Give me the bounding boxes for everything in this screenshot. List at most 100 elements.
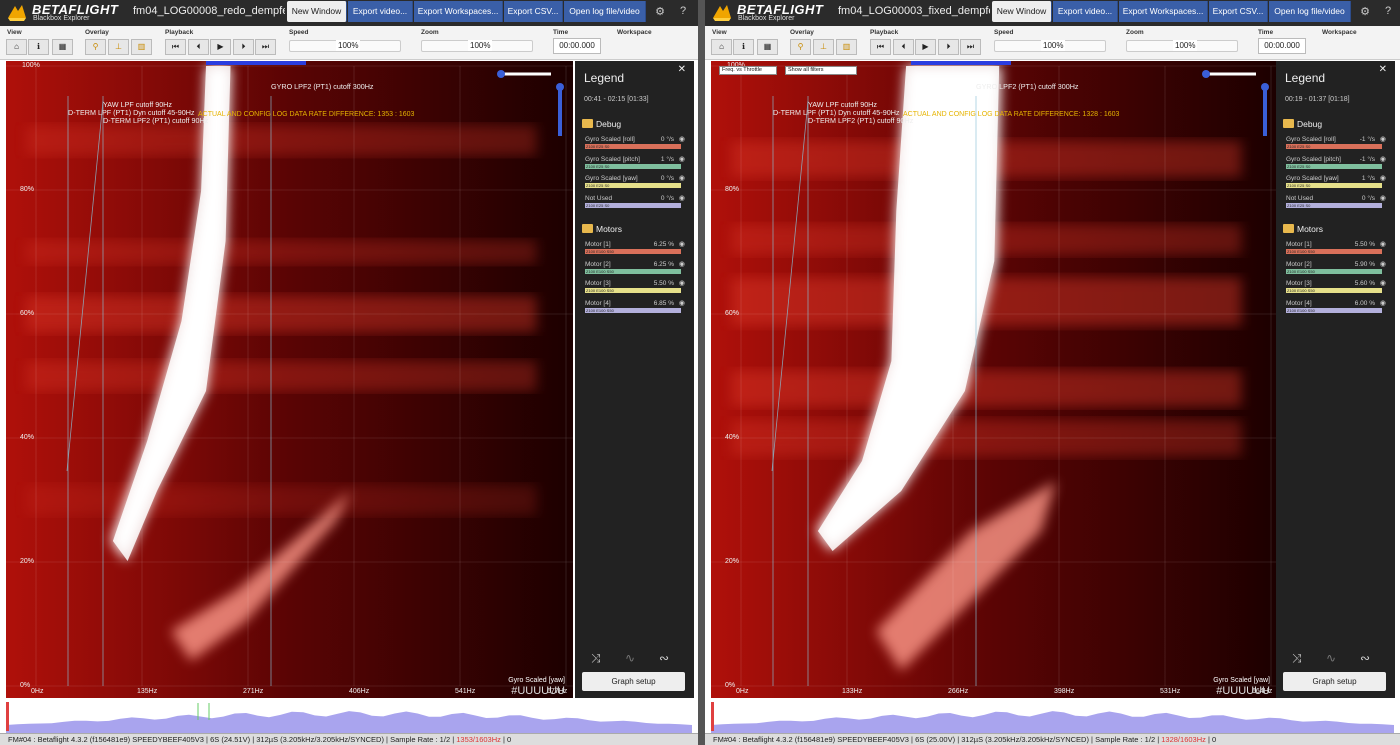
analyser-mode-select[interactable]: Freq. vs Throttle xyxy=(719,66,777,75)
jump-end-icon[interactable]: ⏭ xyxy=(960,39,981,55)
legend-field[interactable]: Gyro Scaled [yaw] 1 °/s ◉ Z100 E25 S0 xyxy=(1286,175,1386,194)
help-icon[interactable]: ? xyxy=(1381,5,1395,17)
legend-field[interactable]: Motor [4] 6.00 % ◉ Z100 E100 S50 xyxy=(1286,300,1386,319)
legend-group-motors[interactable]: Motors xyxy=(1283,224,1323,234)
legend-field[interactable]: Motor [3] 5.60 % ◉ Z100 E100 S50 xyxy=(1286,280,1386,299)
spectrum-analyser-icon[interactable]: ⤨ xyxy=(591,651,601,666)
jump-start-icon[interactable]: ⏮ xyxy=(870,39,891,55)
eye-icon[interactable]: ◉ xyxy=(679,260,685,268)
info-icon[interactable]: ℹ xyxy=(28,39,49,55)
new-window-button[interactable]: New Window xyxy=(992,1,1052,22)
legend-group-motors[interactable]: Motors xyxy=(582,224,622,234)
spectrum-graph[interactable]: 100% 80% 60% 40% 20% 0% 0Hz 135Hz 271Hz 406Hz 541H… xyxy=(6,61,573,698)
expo-curve-icon[interactable]: ∾ xyxy=(1360,651,1370,665)
filter-select[interactable]: Show all filters xyxy=(785,66,857,75)
eye-icon[interactable]: ◉ xyxy=(679,299,685,307)
motor-overlay-icon[interactable]: ⚲ xyxy=(790,39,811,55)
export-video-button[interactable]: Export video... xyxy=(348,1,413,22)
home-icon[interactable]: ⌂ xyxy=(711,39,732,55)
graph-watermark: #UUUUUU xyxy=(511,685,565,697)
close-icon[interactable]: ✕ xyxy=(678,64,686,75)
export-csv-button[interactable]: Export CSV... xyxy=(1209,1,1268,22)
step-forward-icon[interactable]: ⏵ xyxy=(233,39,254,55)
legend-field[interactable]: Not Used 0 °/s ◉ Z100 E25 S0 xyxy=(1286,195,1386,214)
eye-icon[interactable]: ◉ xyxy=(1380,194,1386,202)
legend-field[interactable]: Not Used 0 °/s ◉ Z100 E25 S0 xyxy=(585,195,685,214)
home-icon[interactable]: ⌂ xyxy=(6,39,27,55)
craft-overlay-icon[interactable]: ⊥ xyxy=(108,39,129,55)
time-input[interactable]: 00:00.000 xyxy=(1258,38,1306,54)
legend-field-name: Motor [1] xyxy=(585,241,611,248)
eye-icon[interactable]: ◉ xyxy=(679,155,685,163)
chart-overlay-icon[interactable]: ▥ xyxy=(131,39,152,55)
legend-group-debug[interactable]: Debug xyxy=(1283,119,1322,129)
help-icon[interactable]: ? xyxy=(676,5,690,17)
expo-curve-icon[interactable]: ∾ xyxy=(659,651,669,665)
export-csv-button[interactable]: Export CSV... xyxy=(504,1,563,22)
eye-icon[interactable]: ◉ xyxy=(1380,260,1386,268)
new-window-button[interactable]: New Window xyxy=(287,1,347,22)
legend-field[interactable]: Gyro Scaled [yaw] 0 °/s ◉ Z100 E25 S0 xyxy=(585,175,685,194)
jump-end-icon[interactable]: ⏭ xyxy=(255,39,276,55)
eye-icon[interactable]: ◉ xyxy=(679,174,685,182)
eye-icon[interactable]: ◉ xyxy=(1380,240,1386,248)
legend-field[interactable]: Gyro Scaled [pitch] 1 °/s ◉ Z100 E25 S0 xyxy=(585,156,685,175)
time-input[interactable]: 00:00.000 xyxy=(553,38,601,54)
graph-setup-button[interactable]: Graph setup xyxy=(582,672,685,691)
graph-field-name: Gyro Scaled [yaw] xyxy=(1213,677,1270,684)
zoom-value: 100% xyxy=(1173,40,1198,51)
y-tick-label: 40% xyxy=(20,434,35,441)
eye-icon[interactable]: ◉ xyxy=(1380,135,1386,143)
eye-icon[interactable]: ◉ xyxy=(1380,174,1386,182)
info-icon[interactable]: ℹ xyxy=(733,39,754,55)
legend-field[interactable]: Motor [2] 6.25 % ◉ Z100 E100 S50 xyxy=(585,261,685,280)
legend-field[interactable]: Motor [1] 5.50 % ◉ Z100 E100 S50 xyxy=(1286,241,1386,260)
step-back-icon[interactable]: ⏴ xyxy=(893,39,914,55)
seek-bar[interactable] xyxy=(6,700,692,733)
seek-bar[interactable] xyxy=(711,700,1394,733)
eye-icon[interactable]: ◉ xyxy=(1380,155,1386,163)
jump-start-icon[interactable]: ⏮ xyxy=(165,39,186,55)
log-file-title: fm04_LOG00008_redo_dempfer.BFL xyxy=(133,5,285,17)
eye-icon[interactable]: ◉ xyxy=(1380,279,1386,287)
motor-overlay-icon[interactable]: ⚲ xyxy=(85,39,106,55)
eye-icon[interactable]: ◉ xyxy=(679,240,685,248)
step-back-icon[interactable]: ⏴ xyxy=(188,39,209,55)
chart-overlay-icon[interactable]: ▥ xyxy=(836,39,857,55)
legend-field[interactable]: Motor [4] 6.85 % ◉ Z100 E100 S50 xyxy=(585,300,685,319)
eye-icon[interactable]: ◉ xyxy=(679,279,685,287)
play-icon[interactable]: ▶ xyxy=(915,39,936,55)
calculator-icon[interactable]: ▦ xyxy=(52,39,73,55)
legend-field-scale: Z100 E25 S0 xyxy=(585,163,681,169)
zoom-graph-icon[interactable]: ∿ xyxy=(625,651,635,665)
legend-field[interactable]: Motor [2] 5.90 % ◉ Z100 E100 S50 xyxy=(1286,261,1386,280)
legend-field-scale: Z100 E100 S50 xyxy=(585,288,681,293)
gear-icon[interactable]: ⚙ xyxy=(653,5,667,18)
spectrum-graph[interactable]: 100%80%60%40%20%0%0Hz133Hz266Hz398Hz531H… xyxy=(711,61,1278,698)
play-icon[interactable]: ▶ xyxy=(210,39,231,55)
export-workspaces-button[interactable]: Export Workspaces... xyxy=(1119,1,1208,22)
legend-field[interactable]: Motor [3] 5.50 % ◉ Z100 E100 S50 xyxy=(585,280,685,299)
graph-setup-button[interactable]: Graph setup xyxy=(1283,672,1386,691)
gear-icon[interactable]: ⚙ xyxy=(1358,5,1372,18)
spectrum-analyser-icon[interactable]: ⤨ xyxy=(1292,651,1302,666)
close-icon[interactable]: ✕ xyxy=(1379,64,1387,75)
open-log-button[interactable]: Open log file/video xyxy=(1269,1,1351,22)
export-workspaces-button[interactable]: Export Workspaces... xyxy=(414,1,503,22)
legend-field-value: 6.25 % xyxy=(653,260,674,268)
open-log-button[interactable]: Open log file/video xyxy=(564,1,646,22)
legend-field[interactable]: Motor [1] 6.25 % ◉ Z100 E100 S50 xyxy=(585,241,685,260)
eye-icon[interactable]: ◉ xyxy=(679,194,685,202)
step-forward-icon[interactable]: ⏵ xyxy=(938,39,959,55)
calculator-icon[interactable]: ▦ xyxy=(757,39,778,55)
legend-field[interactable]: Gyro Scaled [roll] -1 °/s ◉ Z100 E25 S0 xyxy=(1286,136,1386,155)
legend-field[interactable]: Gyro Scaled [roll] 0 °/s ◉ Z100 E25 S0 xyxy=(585,136,685,155)
export-video-button[interactable]: Export video... xyxy=(1053,1,1118,22)
craft-overlay-icon[interactable]: ⊥ xyxy=(813,39,834,55)
legend-group-debug[interactable]: Debug xyxy=(582,119,621,129)
zoom-graph-icon[interactable]: ∿ xyxy=(1326,651,1336,665)
eye-icon[interactable]: ◉ xyxy=(679,135,685,143)
legend-field[interactable]: Gyro Scaled [pitch] -1 °/s ◉ Z100 E25 S0 xyxy=(1286,156,1386,175)
eye-icon[interactable]: ◉ xyxy=(1380,299,1386,307)
y-tick-label: 80% xyxy=(20,186,35,193)
